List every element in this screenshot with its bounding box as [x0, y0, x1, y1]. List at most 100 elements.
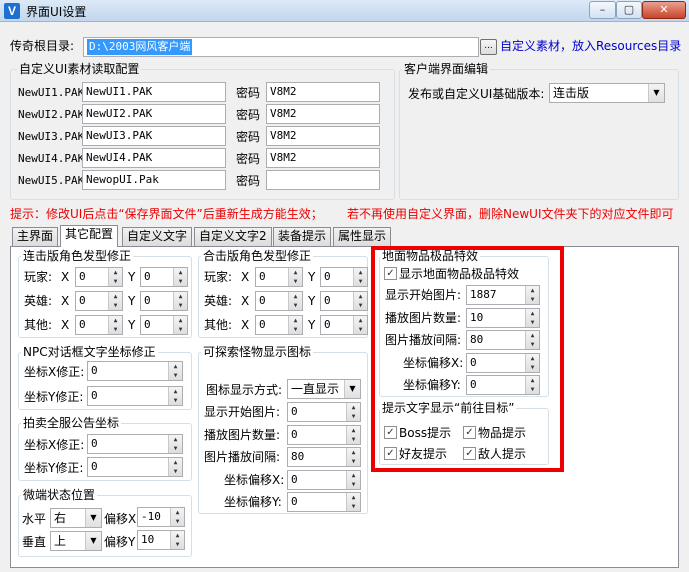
spin-arrows-icon[interactable]: ▲ ▼ [346, 448, 360, 466]
spin-arrows-icon[interactable]: ▲ ▼ [353, 268, 367, 286]
ui-row-pwd-label: 密码 [236, 152, 261, 166]
window-title: 界面UI设置 [26, 5, 87, 19]
combo_hair-x-input[interactable]: 0 ▲ ▼ [75, 315, 123, 335]
spin-arrows-icon[interactable]: ▲ ▼ [108, 292, 122, 310]
monster-interval-input[interactable]: 80 ▲ ▼ [287, 447, 361, 467]
combo_hair-y-input[interactable]: 0 ▲ ▼ [140, 315, 188, 335]
ui-row-file-input[interactable]: NewopUI.Pak [82, 170, 226, 190]
combo-hair-title: 连击版角色发型修正 [21, 249, 134, 263]
auction-y-input[interactable]: 0 ▲ ▼ [87, 457, 183, 477]
minimize-button[interactable]: – [589, 1, 616, 19]
monster-ox-input[interactable]: 0 ▲ ▼ [287, 469, 361, 490]
monster-count-input[interactable]: 0 ▲ ▼ [287, 424, 361, 445]
combo_hair-y-label: Y [128, 270, 136, 284]
spin-arrows-icon[interactable]: ▲ ▼ [168, 435, 182, 453]
hit_hair-y-input[interactable]: 0 ▲ ▼ [320, 267, 368, 287]
hit_hair-x-input[interactable]: 0 ▲ ▼ [255, 315, 303, 335]
hit_hair-x-input[interactable]: 0 ▲ ▼ [255, 267, 303, 287]
browse-button[interactable]: ... [480, 39, 497, 55]
notice-text-2: 若不再使用自定义界面，删除NewUI文件夹下的对应文件即可 [347, 207, 674, 221]
micro-x-label: 偏移X [104, 512, 137, 526]
root-dir-input[interactable]: D:\2003网风客户端 [87, 39, 193, 55]
title-bar: V 界面UI设置 – ▢ ✕ [0, 0, 689, 22]
npc-y-label: 坐标Y修正: [24, 390, 84, 404]
tab-attr-display[interactable]: 属性显示 [333, 227, 392, 246]
chevron-down-icon: ▼ [85, 509, 101, 527]
ui-row-pwd-label: 密码 [236, 174, 261, 188]
ui-row-pwd-input[interactable]: V8M2 [266, 104, 380, 124]
spin-arrows-icon[interactable]: ▲ ▼ [288, 268, 302, 286]
npc-x-value: 0 [91, 364, 98, 377]
combo_hair-y-input[interactable]: 0 ▲ ▼ [140, 267, 188, 287]
micro-y-input[interactable]: 10 ▲ ▼ [137, 530, 185, 550]
spin-arrows-icon[interactable]: ▲ ▼ [353, 316, 367, 334]
tab-main[interactable]: 主界面 [12, 227, 59, 246]
micro-h-label: 水平 [22, 512, 47, 526]
chevron-down-icon: ▼ [344, 380, 360, 398]
spin-arrows-icon[interactable]: ▲ ▼ [168, 387, 182, 405]
client-title: 客户端界面编辑 [402, 62, 491, 76]
ui-row-pwd-input[interactable] [266, 170, 380, 190]
ui-row-pwd-input[interactable]: V8M2 [266, 82, 380, 102]
hit_hair-y-label: Y [308, 294, 316, 308]
close-button[interactable]: ✕ [642, 1, 686, 19]
tab-custom-text[interactable]: 自定义文字 [122, 227, 193, 246]
spin-arrows-icon[interactable]: ▲ ▼ [168, 362, 182, 380]
spin-arrows-icon[interactable]: ▲ ▼ [170, 531, 184, 549]
auction-x-input[interactable]: 0 ▲ ▼ [87, 434, 183, 454]
tab-custom-text-2[interactable]: 自定义文字2 [194, 227, 272, 246]
tab-equip-tips[interactable]: 装备提示 [273, 227, 332, 246]
ui-row-pwd-input[interactable]: V8M2 [266, 148, 380, 168]
npc-y-input[interactable]: 0 ▲ ▼ [87, 386, 183, 406]
spin-arrows-icon[interactable]: ▲ ▼ [170, 508, 184, 526]
spin-arrows-icon[interactable]: ▲ ▼ [288, 316, 302, 334]
monster-count-input-value: 0 [291, 427, 298, 441]
spin-arrows-icon[interactable]: ▲ ▼ [346, 403, 360, 421]
spin-arrows-icon[interactable]: ▲ ▼ [108, 316, 122, 334]
hit_hair-y-input[interactable]: 0 ▲ ▼ [320, 291, 368, 311]
combo_hair-x-label: X [61, 318, 70, 332]
auction-title: 拍卖全服公告坐标 [21, 416, 122, 430]
spin-arrows-icon[interactable]: ▲ ▼ [108, 268, 122, 286]
ui-row-name: NewUI5.PAK [18, 174, 85, 187]
spin-arrows-icon[interactable]: ▲ ▼ [346, 493, 360, 511]
spin-arrows-icon[interactable]: ▲ ▼ [353, 292, 367, 310]
spin-arrows-icon[interactable]: ▲ ▼ [288, 292, 302, 310]
root-dir-label: 传奇根目录: [10, 39, 75, 53]
hit_hair-y-label: Y [308, 270, 316, 284]
maximize-button[interactable]: ▢ [616, 1, 642, 19]
hit_hair-y-input-value: 0 [324, 294, 331, 307]
ui-row-file-input[interactable]: NewUI1.PAK [82, 82, 226, 102]
ui-row-file-input[interactable]: NewUI3.PAK [82, 126, 226, 146]
spin-arrows-icon[interactable]: ▲ ▼ [173, 316, 187, 334]
tab-other-config[interactable]: 其它配置 [60, 225, 119, 247]
monster-count-label: 播放图片数量: [204, 427, 281, 442]
spin-arrows-icon[interactable]: ▲ ▼ [168, 458, 182, 476]
hit_hair-y-input-value: 0 [324, 270, 331, 283]
client-version-select[interactable]: 连击版 ▼ [549, 83, 665, 103]
hit_hair-y-input[interactable]: 0 ▲ ▼ [320, 315, 368, 335]
ui-row-pwd-label: 密码 [236, 108, 261, 122]
spin-arrows-icon[interactable]: ▲ ▼ [346, 425, 360, 444]
micro-x-input[interactable]: -10 ▲ ▼ [137, 507, 185, 527]
npc-x-input[interactable]: 0 ▲ ▼ [87, 361, 183, 381]
micro-h-select[interactable]: 右 ▼ [50, 508, 102, 528]
micro-v-select[interactable]: 上 ▼ [50, 531, 102, 551]
spin-arrows-icon[interactable]: ▲ ▼ [173, 268, 187, 286]
combo_hair-y-input-value: 0 [144, 294, 151, 307]
ui-row-file-input[interactable]: NewUI2.PAK [82, 104, 226, 124]
monster-oy-input[interactable]: 0 ▲ ▼ [287, 492, 361, 512]
ui-row-file-input[interactable]: NewUI4.PAK [82, 148, 226, 168]
spin-arrows-icon[interactable]: ▲ ▼ [346, 470, 360, 489]
ui-row-pwd-input[interactable]: V8M2 [266, 126, 380, 146]
monster-start-input-value: 0 [291, 405, 298, 418]
monster-oy-label: 坐标偏移Y: [224, 495, 282, 509]
combo_hair-x-input[interactable]: 0 ▲ ▼ [75, 267, 123, 287]
combo_hair-x-input[interactable]: 0 ▲ ▼ [75, 291, 123, 311]
spin-arrows-icon[interactable]: ▲ ▼ [173, 292, 187, 310]
hit_hair-x-input[interactable]: 0 ▲ ▼ [255, 291, 303, 311]
combo_hair-y-input[interactable]: 0 ▲ ▼ [140, 291, 188, 311]
combo_hair-y-input-value: 0 [144, 318, 151, 331]
monster-start-input[interactable]: 0 ▲ ▼ [287, 402, 361, 422]
monster-mode-select[interactable]: 一直显示 ▼ [287, 379, 361, 399]
